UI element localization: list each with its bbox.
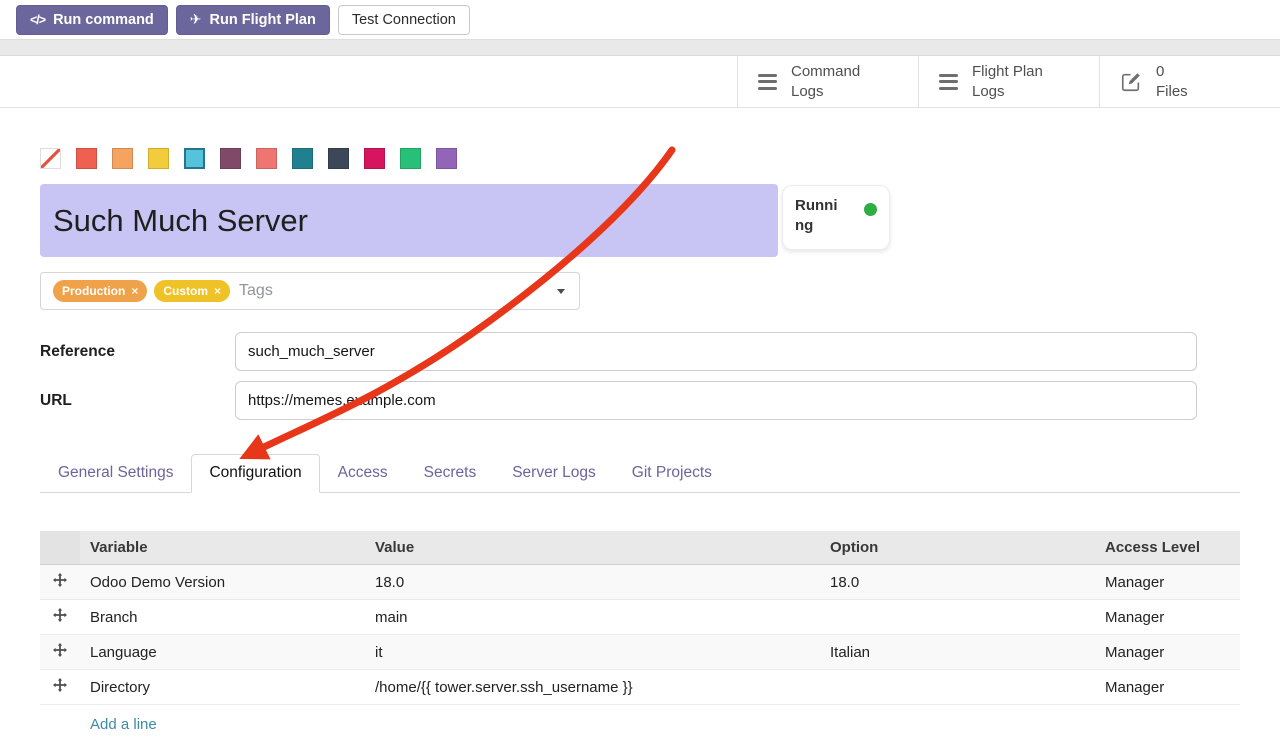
tag-remove-icon[interactable]: × <box>131 284 138 298</box>
reference-label: Reference <box>40 343 235 361</box>
cell-access-level[interactable]: Manager <box>1095 565 1240 600</box>
tab-configuration[interactable]: Configuration <box>191 454 319 493</box>
test-connection-button[interactable]: Test Connection <box>338 5 470 35</box>
flight-plan-logs-label: Flight Plan Logs <box>972 62 1056 100</box>
color-swatch-purple[interactable] <box>436 148 457 169</box>
cell-value[interactable]: main <box>365 600 820 635</box>
column-header-variable[interactable]: Variable <box>80 531 365 565</box>
tab-git-projects[interactable]: Git Projects <box>614 454 730 493</box>
url-label: URL <box>40 392 235 410</box>
color-swatch-row <box>40 147 1240 169</box>
divider-band <box>0 39 1280 56</box>
header-stat-bar: Command Logs Flight Plan Logs 0 Files <box>0 56 1280 108</box>
cell-option[interactable] <box>820 670 1095 705</box>
color-swatch-dark-blue[interactable] <box>328 148 349 169</box>
edit-icon <box>1120 71 1142 93</box>
color-swatch-orange[interactable] <box>112 148 133 169</box>
plane-icon: ✈ <box>190 11 202 28</box>
files-count: 0 <box>1156 62 1208 81</box>
run-flight-plan-label: Run Flight Plan <box>210 12 316 28</box>
code-icon: </> <box>30 13 45 27</box>
reference-field-row: Reference <box>40 332 1240 371</box>
cell-value[interactable]: /home/{{ tower.server.ssh_username }} <box>365 670 820 705</box>
command-logs-label: Command Logs <box>791 62 875 100</box>
form-sheet: Running Production × Custom × Tags Refer… <box>0 147 1280 742</box>
files-label: 0 Files <box>1156 62 1208 100</box>
table-row[interactable]: Language it Italian Manager <box>40 635 1240 670</box>
server-name-input[interactable] <box>40 184 778 257</box>
drag-handle-icon[interactable] <box>53 678 67 692</box>
color-swatch-salmon[interactable] <box>256 148 277 169</box>
color-swatch-red[interactable] <box>76 148 97 169</box>
top-toolbar: </> Run command ✈ Run Flight Plan Test C… <box>0 0 1280 39</box>
color-swatch-fuchsia[interactable] <box>364 148 385 169</box>
cell-option[interactable] <box>820 600 1095 635</box>
flight-plan-logs-button[interactable]: Flight Plan Logs <box>918 56 1099 107</box>
files-button[interactable]: 0 Files <box>1099 56 1280 107</box>
test-connection-label: Test Connection <box>352 12 456 28</box>
cell-variable[interactable]: Branch <box>80 600 365 635</box>
drag-handle-icon[interactable] <box>53 608 67 622</box>
cell-option[interactable]: Italian <box>820 635 1095 670</box>
tags-placeholder: Tags <box>239 282 273 300</box>
tag-label: Production <box>62 284 125 298</box>
list-icon <box>939 74 958 90</box>
column-header-option[interactable]: Option <box>820 531 1095 565</box>
color-swatch-green[interactable] <box>400 148 421 169</box>
table-row[interactable]: Odoo Demo Version 18.0 18.0 Manager <box>40 565 1240 600</box>
color-swatch-yellow[interactable] <box>148 148 169 169</box>
command-logs-button[interactable]: Command Logs <box>737 56 918 107</box>
color-swatch-teal[interactable] <box>292 148 313 169</box>
url-input[interactable] <box>235 381 1197 420</box>
table-header-row: Variable Value Option Access Level <box>40 531 1240 565</box>
list-icon <box>758 74 777 90</box>
tab-secrets[interactable]: Secrets <box>406 454 495 493</box>
cell-value[interactable]: 18.0 <box>365 565 820 600</box>
configuration-table: Variable Value Option Access Level Odoo … <box>40 531 1240 742</box>
add-a-line-link[interactable]: Add a line <box>40 705 1240 742</box>
tag-remove-icon[interactable]: × <box>214 284 221 298</box>
files-word: Files <box>1156 82 1208 101</box>
run-flight-plan-button[interactable]: ✈ Run Flight Plan <box>176 5 330 35</box>
handle-column-header <box>40 531 80 565</box>
tag-pill-custom: Custom × <box>154 280 230 302</box>
tab-access[interactable]: Access <box>320 454 406 493</box>
cell-variable[interactable]: Language <box>80 635 365 670</box>
tab-general-settings[interactable]: General Settings <box>40 454 191 493</box>
status-card: Running <box>782 185 890 250</box>
column-header-access-level[interactable]: Access Level <box>1095 531 1240 565</box>
drag-handle-icon[interactable] <box>53 643 67 657</box>
title-row: Running <box>40 184 1240 257</box>
table-row[interactable]: Directory /home/{{ tower.server.ssh_user… <box>40 670 1240 705</box>
column-header-value[interactable]: Value <box>365 531 820 565</box>
status-label: Running <box>795 196 843 239</box>
cell-value[interactable]: it <box>365 635 820 670</box>
drag-handle-icon[interactable] <box>53 573 67 587</box>
tab-server-logs[interactable]: Server Logs <box>494 454 614 493</box>
tags-select[interactable]: Production × Custom × Tags <box>40 272 580 310</box>
cell-access-level[interactable]: Manager <box>1095 635 1240 670</box>
status-dot <box>864 203 877 216</box>
reference-input[interactable] <box>235 332 1197 371</box>
table-row[interactable]: Branch main Manager <box>40 600 1240 635</box>
tab-bar: General Settings Configuration Access Se… <box>40 454 1240 493</box>
cell-access-level[interactable]: Manager <box>1095 670 1240 705</box>
run-command-label: Run command <box>53 12 154 28</box>
dropdown-caret-icon[interactable] <box>557 289 565 294</box>
cell-variable[interactable]: Odoo Demo Version <box>80 565 365 600</box>
cell-access-level[interactable]: Manager <box>1095 600 1240 635</box>
cell-option[interactable]: 18.0 <box>820 565 1095 600</box>
url-field-row: URL <box>40 381 1240 420</box>
tag-pill-production: Production × <box>53 280 147 302</box>
color-swatch-dark-purple[interactable] <box>220 148 241 169</box>
tag-label: Custom <box>163 284 208 298</box>
cell-variable[interactable]: Directory <box>80 670 365 705</box>
run-command-button[interactable]: </> Run command <box>16 5 168 35</box>
color-swatch-no-color[interactable] <box>40 148 61 169</box>
color-swatch-light-blue[interactable] <box>184 148 205 169</box>
